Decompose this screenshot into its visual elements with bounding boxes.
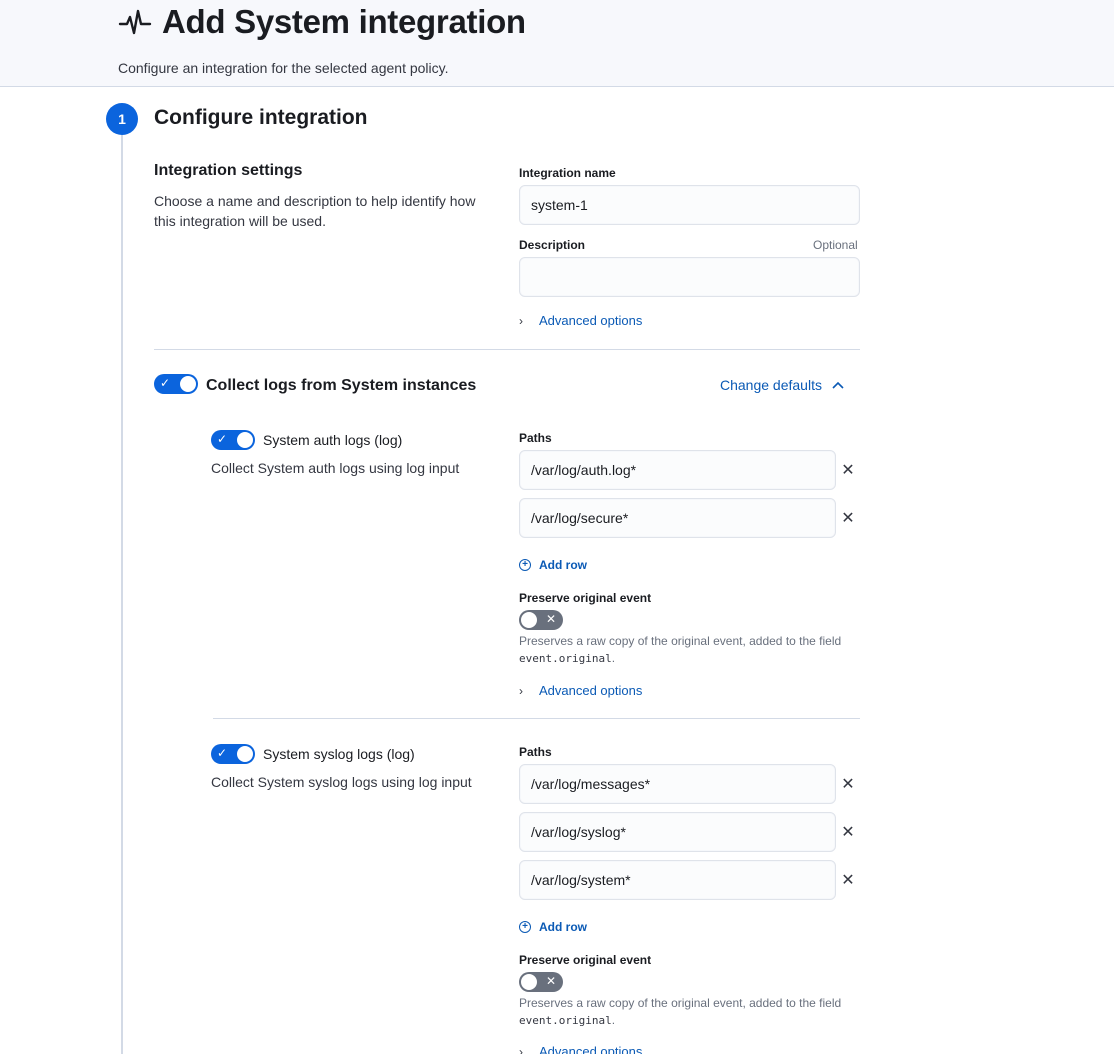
step-title: Configure integration	[154, 106, 368, 129]
change-defaults-label: Change defaults	[720, 377, 822, 393]
toggle-knob	[179, 375, 197, 393]
auth-preserve-help: Preserves a raw copy of the original eve…	[519, 633, 859, 667]
pulse-icon	[118, 5, 152, 39]
help-suffix: .	[611, 651, 616, 665]
toggle-knob	[520, 611, 538, 629]
cross-icon[interactable]: ✕	[840, 776, 856, 793]
auth-path-input[interactable]: /var/log/secure*	[519, 498, 836, 538]
toggle-knob	[520, 973, 538, 991]
chevron-right-icon: ›	[519, 1044, 523, 1054]
chevron-right-icon: ›	[519, 313, 523, 328]
collect-logs-title: Collect logs from System instances	[206, 377, 477, 394]
help-text: Preserves a raw copy of the original eve…	[519, 996, 842, 1010]
help-code: event.original	[519, 652, 612, 665]
change-defaults-button[interactable]: Change defaults	[720, 377, 844, 393]
cross-icon[interactable]: ✕	[840, 510, 856, 527]
plus-circle-icon: +	[519, 921, 531, 933]
syslog-path-input[interactable]: /var/log/syslog*	[519, 812, 836, 852]
cross-icon[interactable]: ✕	[840, 872, 856, 889]
help-text: Preserves a raw copy of the original eve…	[519, 634, 842, 648]
page-title: Add System integration	[162, 3, 526, 40]
syslog-path-input[interactable]: /var/log/messages*	[519, 764, 836, 804]
add-row-label: Add row	[539, 920, 587, 934]
help-suffix: .	[611, 1013, 616, 1027]
step-line	[121, 135, 123, 1054]
advanced-options-label: Advanced options	[539, 313, 643, 328]
syslog-paths-label: Paths	[519, 745, 552, 759]
syslog-add-row-button[interactable]: + Add row	[519, 920, 587, 934]
section-divider	[154, 349, 860, 350]
auth-logs-toggle[interactable]: ✓	[211, 430, 255, 450]
auth-preserve-toggle[interactable]: ✕	[519, 610, 563, 630]
plus-circle-icon: +	[519, 559, 531, 571]
advanced-options-label: Advanced options	[539, 683, 643, 698]
page-subtitle: Configure an integration for the selecte…	[118, 60, 449, 76]
toggle-knob	[236, 745, 254, 763]
settings-heading: Integration settings	[154, 162, 303, 179]
syslog-logs-title: System syslog logs (log)	[263, 746, 415, 762]
description-label: Description	[519, 238, 586, 252]
auth-logs-title: System auth logs (log)	[263, 432, 403, 448]
syslog-logs-toggle[interactable]: ✓	[211, 744, 255, 764]
cross-icon: ✕	[545, 612, 556, 626]
add-row-label: Add row	[539, 558, 587, 572]
settings-advanced-options-link[interactable]: › Advanced options	[519, 313, 642, 328]
toggle-knob	[236, 431, 254, 449]
cross-icon: ✕	[545, 974, 556, 988]
syslog-preserve-toggle[interactable]: ✕	[519, 972, 563, 992]
cross-icon[interactable]: ✕	[840, 462, 856, 479]
check-icon: ✓	[217, 432, 228, 446]
advanced-options-label: Advanced options	[539, 1044, 643, 1054]
description-optional: Optional	[813, 238, 858, 252]
syslog-advanced-options-link[interactable]: › Advanced options	[519, 1044, 642, 1054]
check-icon: ✓	[217, 746, 228, 760]
syslog-path-input[interactable]: /var/log/system*	[519, 860, 836, 900]
description-input[interactable]	[519, 257, 860, 297]
check-icon: ✓	[160, 376, 171, 390]
help-code: event.original	[519, 1014, 612, 1027]
syslog-logs-description: Collect System syslog logs using log inp…	[211, 774, 472, 790]
syslog-preserve-help: Preserves a raw copy of the original eve…	[519, 995, 859, 1029]
auth-add-row-button[interactable]: + Add row	[519, 558, 587, 572]
input-divider	[213, 718, 860, 719]
auth-paths-label: Paths	[519, 431, 552, 445]
collect-logs-toggle[interactable]: ✓	[154, 374, 198, 394]
auth-preserve-label: Preserve original event	[519, 591, 652, 605]
auth-advanced-options-link[interactable]: › Advanced options	[519, 683, 642, 698]
chevron-up-icon	[832, 378, 844, 392]
chevron-right-icon: ›	[519, 683, 523, 698]
auth-path-input[interactable]: /var/log/auth.log*	[519, 450, 836, 490]
page-header: Add System integration Configure an inte…	[0, 0, 1114, 87]
step-number: 1	[106, 103, 138, 135]
integration-name-label: Integration name	[519, 166, 616, 180]
settings-description: Choose a name and description to help id…	[154, 193, 476, 229]
syslog-preserve-label: Preserve original event	[519, 953, 652, 967]
integration-name-input[interactable]: system-1	[519, 185, 860, 225]
title-row: Add System integration	[118, 2, 526, 42]
cross-icon[interactable]: ✕	[840, 824, 856, 841]
auth-logs-description: Collect System auth logs using log input	[211, 460, 460, 476]
